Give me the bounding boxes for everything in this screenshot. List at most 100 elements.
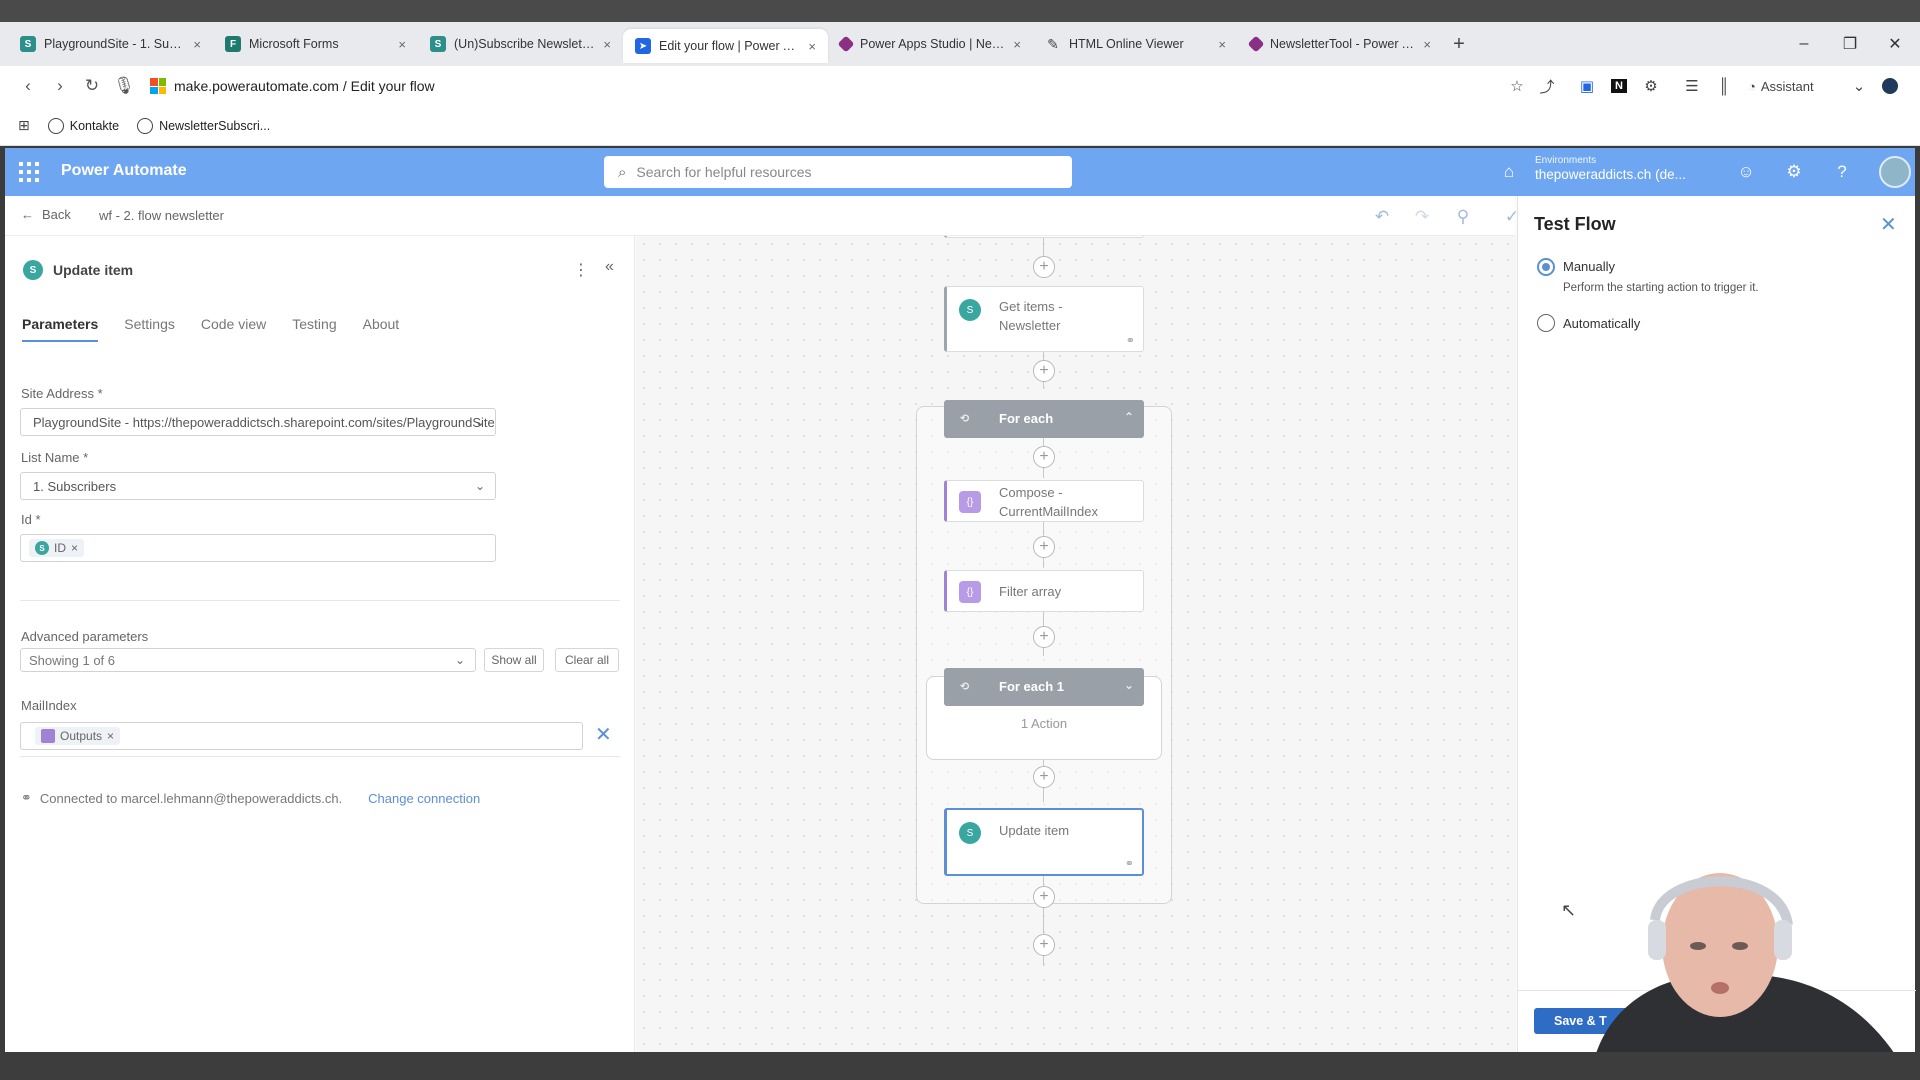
tab-unsubscribe-newsletter[interactable]: S (Un)Subscribe Newsletter × [418,28,623,60]
close-icon[interactable]: ✕ [1880,212,1897,237]
tab-playgroundsite[interactable]: S PlaygroundSite - 1. Subscribe × [8,28,213,60]
radio-automatically-label[interactable]: Automatically [1563,316,1640,331]
power-automate-icon: ➤ [635,38,651,54]
back-button[interactable]: ← Back [21,207,71,222]
add-action-icon[interactable]: + [1033,446,1055,468]
chevron-down-icon: ⌄ [454,653,465,667]
action-card-filter-array[interactable]: {} Filter array [944,570,1144,612]
close-icon[interactable]: × [193,37,201,52]
settings-gear-icon[interactable]: ⚙ [1780,158,1808,186]
action-card-update-item[interactable]: S Update item ⚭ [944,808,1144,876]
extension-icon[interactable]: ▣ [1573,72,1601,100]
change-connection-link[interactable]: Change connection [368,791,480,806]
add-action-icon[interactable]: + [1033,886,1055,908]
radio-manually[interactable] [1537,258,1555,276]
tab-parameters[interactable]: Parameters [22,316,99,342]
profile-icon[interactable] [1876,72,1904,100]
close-icon[interactable]: × [1218,37,1226,52]
help-icon[interactable]: ? [1828,158,1856,186]
reload-icon[interactable]: ↻ [76,70,108,102]
mailindex-field[interactable]: Outputs × [20,722,583,750]
tab-settings[interactable]: Settings [124,316,175,342]
restore-button[interactable]: ❐ [1833,30,1867,58]
close-icon[interactable]: × [808,39,816,54]
close-icon[interactable]: × [1013,37,1021,52]
forms-icon: F [225,36,241,52]
manually-description: Perform the starting action to trigger i… [1563,282,1759,294]
tab-testing[interactable]: Testing [292,316,336,342]
advanced-parameters-dropdown[interactable]: Showing 1 of 6 ⌄ [20,648,476,672]
apps-grid-icon[interactable]: ⊞ [18,117,30,134]
tab-power-apps-studio[interactable]: Power Apps Studio | Newsle × [828,28,1033,60]
window-close-button[interactable]: ✕ [1878,30,1912,58]
advanced-parameters-label: Advanced parameters [21,629,149,644]
add-action-icon[interactable]: + [1033,934,1055,956]
add-action-icon[interactable]: + [1033,766,1055,788]
for-each-1-header[interactable]: ⟲ For each 1 ⌄ [944,668,1144,706]
action-card-compose[interactable]: {} Compose - CurrentMailIndex [944,480,1144,522]
show-all-button[interactable]: Show all [484,648,544,672]
avatar[interactable] [1879,156,1911,188]
app-launcher-icon[interactable] [19,162,39,182]
minimize-button[interactable]: – [1787,30,1821,58]
action-title: Filter array [999,584,1062,599]
bookmark-newslettersubscri[interactable]: NewsletterSubscri... [137,117,270,134]
audio-icon[interactable]: ║ [1710,72,1738,100]
radio-manually-label[interactable]: Manually [1563,259,1615,274]
tab-code-view[interactable]: Code view [201,316,266,342]
copilot-icon[interactable]: ⚲ [1450,204,1476,230]
action-title[interactable]: Update item [53,262,133,278]
back-arrow-icon[interactable]: ‹ [12,70,44,102]
add-action-icon[interactable]: + [1033,360,1055,382]
search-input[interactable]: ⌕ Search for helpful resources [604,156,1072,188]
clear-all-button[interactable]: Clear all [555,648,619,672]
assistant-button[interactable]: ◔ Assistant [1748,72,1848,100]
star-icon[interactable]: ☆ [1503,72,1531,100]
action-details-panel: S Update item ⋮ « Parameters Settings Co… [5,236,635,1052]
site-address-dropdown[interactable]: PlaygroundSite - https://thepoweraddicts… [20,408,496,436]
share-icon[interactable]: ⤴ [1533,72,1561,100]
action-title: Update item [999,823,1070,838]
id-field[interactable]: S ID × [20,534,496,562]
outputs-token[interactable]: Outputs × [35,727,121,745]
bookmark-kontakte[interactable]: Kontakte [47,117,119,134]
collapse-icon[interactable]: « [605,258,614,276]
radio-automatically[interactable] [1537,314,1555,332]
chevron-down-icon[interactable]: ⌄ [1845,72,1873,100]
tab-microsoft-forms[interactable]: F Microsoft Forms × [213,28,418,60]
environment-picker[interactable]: Environments thepoweraddicts.ch (de... [1535,154,1686,182]
undo-icon[interactable]: ↶ [1369,204,1395,230]
close-icon[interactable]: × [1423,37,1431,52]
redo-icon[interactable]: ↷ [1409,204,1435,230]
close-icon[interactable]: × [107,729,114,743]
sharepoint-icon: S [23,260,43,280]
tab-html-online-viewer[interactable]: ✎ HTML Online Viewer × [1033,28,1238,60]
tab-about[interactable]: About [363,316,400,342]
id-token[interactable]: S ID × [29,539,85,557]
close-icon[interactable]: × [71,541,78,555]
notion-icon[interactable]: N [1605,72,1633,100]
collapsed-actions-count[interactable]: 1 Action [944,716,1144,731]
smiley-icon[interactable]: ☺ [1732,158,1760,186]
flow-canvas[interactable]: + S Get items - Newsletter ⚭ + ⟲ For each… [636,236,1516,1052]
reading-list-icon[interactable]: ☰ [1678,72,1706,100]
action-card-get-items[interactable]: S Get items - Newsletter ⚭ [944,286,1144,352]
url-field[interactable]: make.powerautomate.com / Edit your flow [150,72,435,100]
new-tab-button[interactable]: + [1443,28,1475,60]
close-icon[interactable]: × [398,37,406,52]
more-options-icon[interactable]: ⋮ [573,260,589,280]
add-action-icon[interactable]: + [1033,256,1055,278]
list-name-dropdown[interactable]: 1. Subscribers ⌄ [20,472,496,500]
forward-arrow-icon[interactable]: › [44,70,76,102]
previous-action-card[interactable] [944,236,1144,238]
close-icon[interactable]: × [603,37,611,52]
app-name[interactable]: Power Automate [61,162,187,180]
puzzle-icon[interactable]: ⚙ [1637,72,1665,100]
for-each-header[interactable]: ⟲ For each ⌃ [944,400,1144,438]
microphone-icon[interactable]: 🎙 [108,70,140,102]
tab-newslettertool[interactable]: NewsletterTool - Power Apps × [1238,28,1443,60]
add-action-icon[interactable]: + [1033,536,1055,558]
tab-edit-your-flow[interactable]: ➤ Edit your flow | Power Autom × [623,29,828,63]
remove-parameter-icon[interactable]: ✕ [595,722,612,747]
add-action-icon[interactable]: + [1033,626,1055,648]
